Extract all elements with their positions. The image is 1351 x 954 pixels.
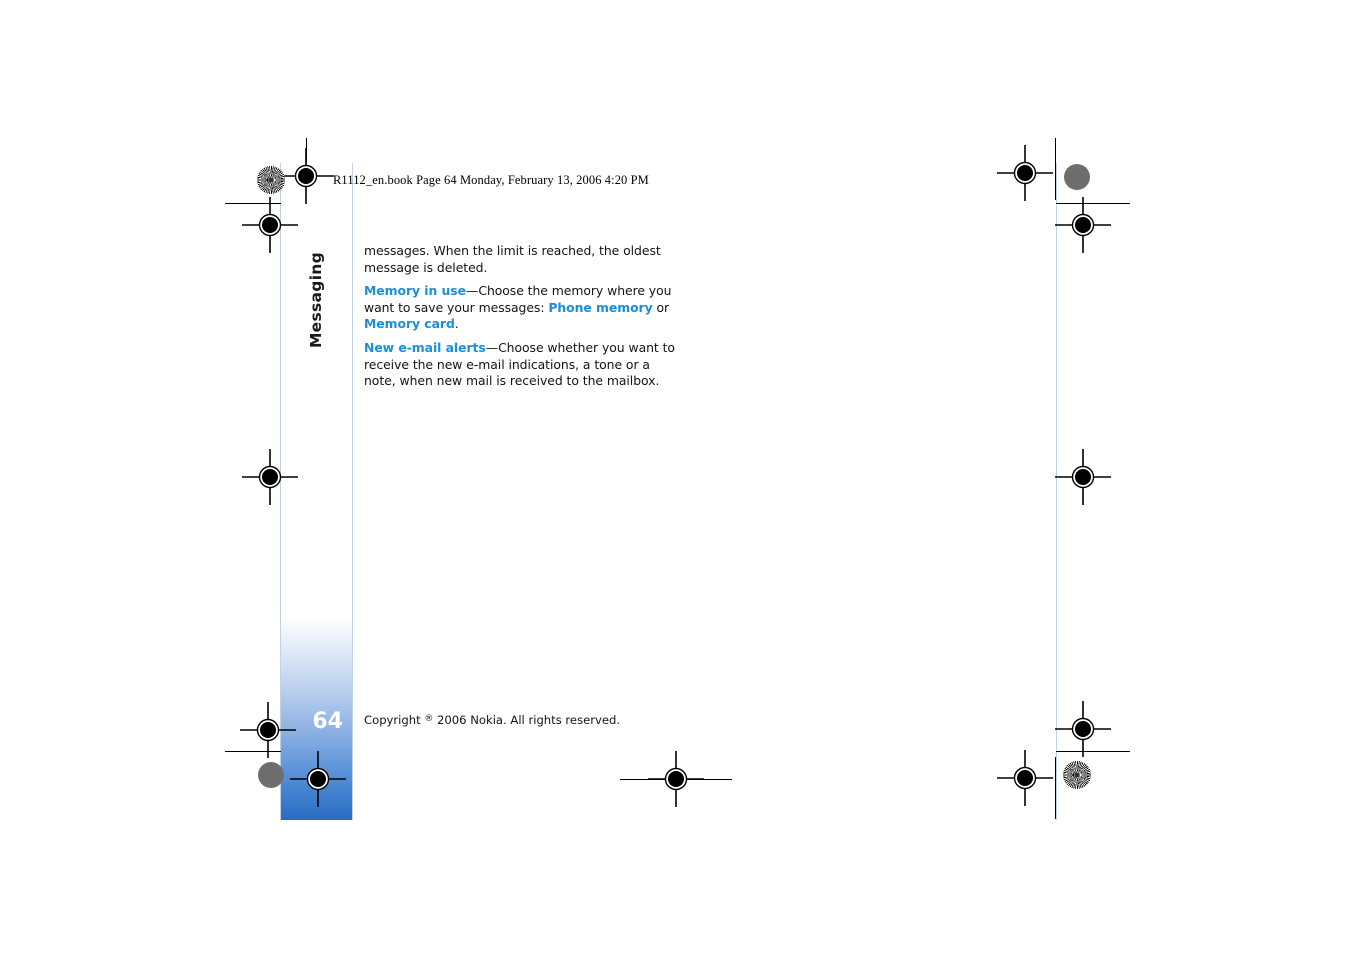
regmark-top-right-inner [997, 145, 1053, 201]
regmark-bottom-right-inner [997, 750, 1053, 806]
page-number: 64 [312, 709, 343, 734]
crop-rule-top-right-vertical [1055, 138, 1056, 200]
chapter-tab-label-text: Messaging [307, 251, 326, 349]
guide-line-right [1056, 163, 1057, 820]
body-text-column: messages. When the limit is reached, the… [364, 243, 676, 398]
regmark-right-upper [1055, 197, 1111, 253]
regmark-right-middle [1055, 449, 1111, 505]
setting-term: New e-mail alerts [364, 339, 486, 355]
crop-rule-center-bottom [620, 779, 732, 780]
body-text-run: or [652, 299, 670, 315]
regmark-right-lower [1055, 701, 1111, 757]
density-dot-hatch-bottom-right [1063, 761, 1091, 789]
copyright-prefix: Copyright [364, 713, 425, 727]
paragraph-continued: messages. When the limit is reached, the… [364, 243, 676, 276]
manual-page: Messaging 64 R1112_en.book Page 64 Monda… [0, 0, 1351, 954]
crop-rule-bottom-right-vertical [1055, 757, 1056, 819]
paragraph-new-email-alerts: New e-mail alerts—Choose whether you wan… [364, 340, 676, 390]
registered-trademark-icon: ® [424, 714, 434, 724]
density-dot-solid-bottom-left [258, 762, 284, 788]
setting-term: Memory card [364, 316, 455, 332]
copyright-notice: Copyright ® 2006 Nokia. All rights reser… [364, 713, 620, 727]
density-dot-hatch-top-left [257, 166, 285, 194]
setting-term: Phone memory [548, 299, 653, 315]
body-text-run: . [454, 316, 459, 332]
setting-term: Memory in use [364, 283, 466, 299]
guide-line-column-right [352, 163, 353, 820]
book-slug-header: R1112_en.book Page 64 Monday, February 1… [333, 173, 649, 187]
crop-rule-right-horizontal-bottom [1056, 751, 1130, 752]
body-text-run: messages. When the limit is reached, the… [364, 243, 661, 275]
density-dot-solid-top-right [1064, 164, 1090, 190]
paragraph-memory-in-use: Memory in use—Choose the memory where yo… [364, 283, 676, 333]
chapter-tab-label: Messaging [281, 230, 352, 370]
crop-rule-right-horizontal-top [1056, 203, 1130, 204]
copyright-suffix: 2006 Nokia. All rights reserved. [433, 713, 621, 727]
